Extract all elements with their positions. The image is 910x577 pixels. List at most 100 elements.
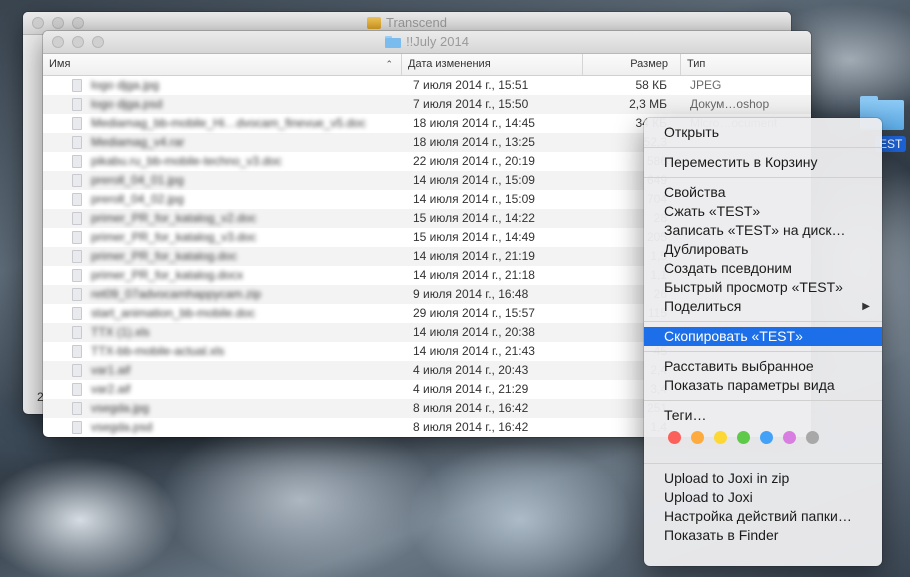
file-icon — [72, 174, 82, 187]
menu-item[interactable]: Показать параметры вида — [644, 376, 882, 395]
file-name-cell: Mediamag_v4.rar — [43, 133, 402, 152]
file-name: ret09_07advocamhappycam.zip — [91, 287, 262, 301]
file-name-cell: primer_PR_for_katalog_v3.doc — [43, 228, 402, 247]
file-name: preroll_04_01.jpg — [91, 173, 184, 187]
file-icon — [72, 250, 82, 263]
menu-item[interactable]: Записать «TEST» на диск… — [644, 221, 882, 240]
file-name-cell: ret09_07advocamhappycam.zip — [43, 285, 402, 304]
file-name-cell: var2.aif — [43, 380, 402, 399]
window-title-text: !!July 2014 — [406, 34, 469, 49]
file-date: 18 июля 2014 г., 14:45 — [413, 116, 535, 130]
file-row[interactable]: logo djga.jpg 7 июля 2014 г., 15:51 58 КБ J… — [43, 76, 811, 95]
file-name-cell: TTX (1).xls — [43, 323, 402, 342]
file-date: 8 июля 2014 г., 16:42 — [413, 401, 529, 415]
column-date-label: Дата изменения — [408, 58, 491, 70]
menu-item[interactable]: Скопировать «TEST» — [644, 327, 882, 346]
titlebar[interactable]: !!July 2014 — [43, 31, 811, 54]
file-name: preroll_04_02.jpg — [91, 192, 184, 206]
file-name: vsegda.jpg — [91, 401, 150, 415]
column-header-kind[interactable]: Тип — [681, 54, 811, 75]
file-icon — [72, 307, 82, 320]
window-controls — [32, 17, 84, 29]
file-name-cell: logo djga.psd — [43, 95, 402, 114]
minimize-button[interactable] — [72, 36, 84, 48]
file-icon — [72, 421, 82, 434]
file-icon — [72, 117, 82, 130]
zoom-button[interactable] — [92, 36, 104, 48]
file-name-cell: primer_PR_for_katalog_v2.doc — [43, 209, 402, 228]
file-date: 14 июля 2014 г., 21:18 — [413, 268, 535, 282]
file-name-cell: var1.aif — [43, 361, 402, 380]
menu-item[interactable]: Быстрый просмотр «TEST» — [644, 278, 882, 297]
file-date: 4 июля 2014 г., 21:29 — [413, 382, 529, 396]
file-size: 2,3 МБ — [629, 97, 667, 111]
file-name-cell: preroll_04_01.jpg — [43, 171, 402, 190]
minimize-button[interactable] — [52, 17, 64, 29]
file-date: 14 июля 2014 г., 21:19 — [413, 249, 535, 263]
menu-item[interactable]: Открыть — [644, 123, 882, 142]
file-date: 4 июля 2014 г., 20:43 — [413, 363, 529, 377]
menu-item[interactable]: Настройка действий папки… — [644, 507, 882, 526]
menu-item[interactable]: Свойства — [644, 183, 882, 202]
file-date: 8 июля 2014 г., 16:42 — [413, 420, 529, 434]
file-name-cell: start_animation_bb-mobile.doc — [43, 304, 402, 323]
menu-item[interactable]: Сжать «TEST» — [644, 202, 882, 221]
file-name: logo djga.jpg — [91, 78, 160, 92]
file-icon — [72, 345, 82, 358]
close-button[interactable] — [32, 17, 44, 29]
file-name: logo djga.psd — [91, 97, 163, 111]
close-button[interactable] — [52, 36, 64, 48]
file-date: 14 июля 2014 г., 15:09 — [413, 192, 535, 206]
file-name: primer_PR_for_katalog.doc — [91, 249, 238, 263]
file-icon — [72, 212, 82, 225]
file-name-cell: TTX-bb-mobile-actual.xls — [43, 342, 402, 361]
tag-color-dot[interactable] — [806, 430, 819, 444]
tag-color-dot[interactable] — [668, 430, 681, 444]
tag-color-dot[interactable] — [737, 430, 750, 444]
file-icon — [72, 231, 82, 244]
menu-spacer — [644, 449, 882, 458]
zoom-button[interactable] — [72, 17, 84, 29]
file-row[interactable]: logo djga.psd 7 июля 2014 г., 15:50 2,3 МБ… — [43, 95, 811, 114]
menu-item[interactable]: Теги… — [644, 406, 882, 425]
menu-separator — [644, 147, 882, 148]
drive-icon — [367, 17, 382, 29]
menu-item[interactable]: Upload to Joxi — [644, 488, 882, 507]
menu-item[interactable]: Поделиться ▶ — [644, 297, 882, 316]
file-icon — [72, 402, 82, 415]
file-icon — [72, 98, 82, 111]
file-date: 15 июля 2014 г., 14:49 — [413, 230, 535, 244]
file-icon — [72, 79, 82, 92]
menu-item[interactable]: Создать псевдоним — [644, 259, 882, 278]
menu-item[interactable]: Показать в Finder — [644, 526, 882, 545]
file-date: 22 июля 2014 г., 20:19 — [413, 154, 535, 168]
menu-item[interactable]: Дублировать — [644, 240, 882, 259]
file-name: var1.aif — [91, 363, 131, 377]
column-header-size[interactable]: Размер — [583, 54, 681, 75]
file-size: 58 КБ — [635, 78, 667, 92]
file-name: primer_PR_for_katalog_v2.doc — [91, 211, 257, 225]
tag-color-dot[interactable] — [714, 430, 727, 444]
menu-item[interactable]: Upload to Joxi in zip — [644, 469, 882, 488]
file-name: var2.aif — [91, 382, 131, 396]
file-kind: Докум…oshop — [690, 97, 770, 111]
file-name: start_animation_bb-mobile.doc — [91, 306, 256, 320]
file-date: 14 июля 2014 г., 15:09 — [413, 173, 535, 187]
tag-color-dot[interactable] — [760, 430, 773, 444]
window-controls — [52, 36, 104, 48]
file-name-cell: vsegda.jpg — [43, 399, 402, 418]
sort-ascending-icon: ⌃ — [385, 59, 393, 69]
menu-item[interactable]: Расставить выбранное — [644, 357, 882, 376]
file-name-cell: Mediamag_bb-mobile_Hi…dvocam_finevue_v5.… — [43, 114, 402, 133]
file-icon — [72, 288, 82, 301]
file-icon — [72, 155, 82, 168]
column-header-name[interactable]: Имя ⌃ — [43, 54, 402, 75]
file-date: 18 июля 2014 г., 13:25 — [413, 135, 535, 149]
tag-color-dot[interactable] — [783, 430, 796, 444]
tag-color-dot[interactable] — [691, 430, 704, 444]
menu-item[interactable]: Переместить в Корзину — [644, 153, 882, 172]
column-header: Имя ⌃ Дата изменения Размер Тип — [43, 54, 811, 76]
file-date: 15 июля 2014 г., 14:22 — [413, 211, 535, 225]
file-icon — [72, 193, 82, 206]
column-header-date[interactable]: Дата изменения — [402, 54, 583, 75]
